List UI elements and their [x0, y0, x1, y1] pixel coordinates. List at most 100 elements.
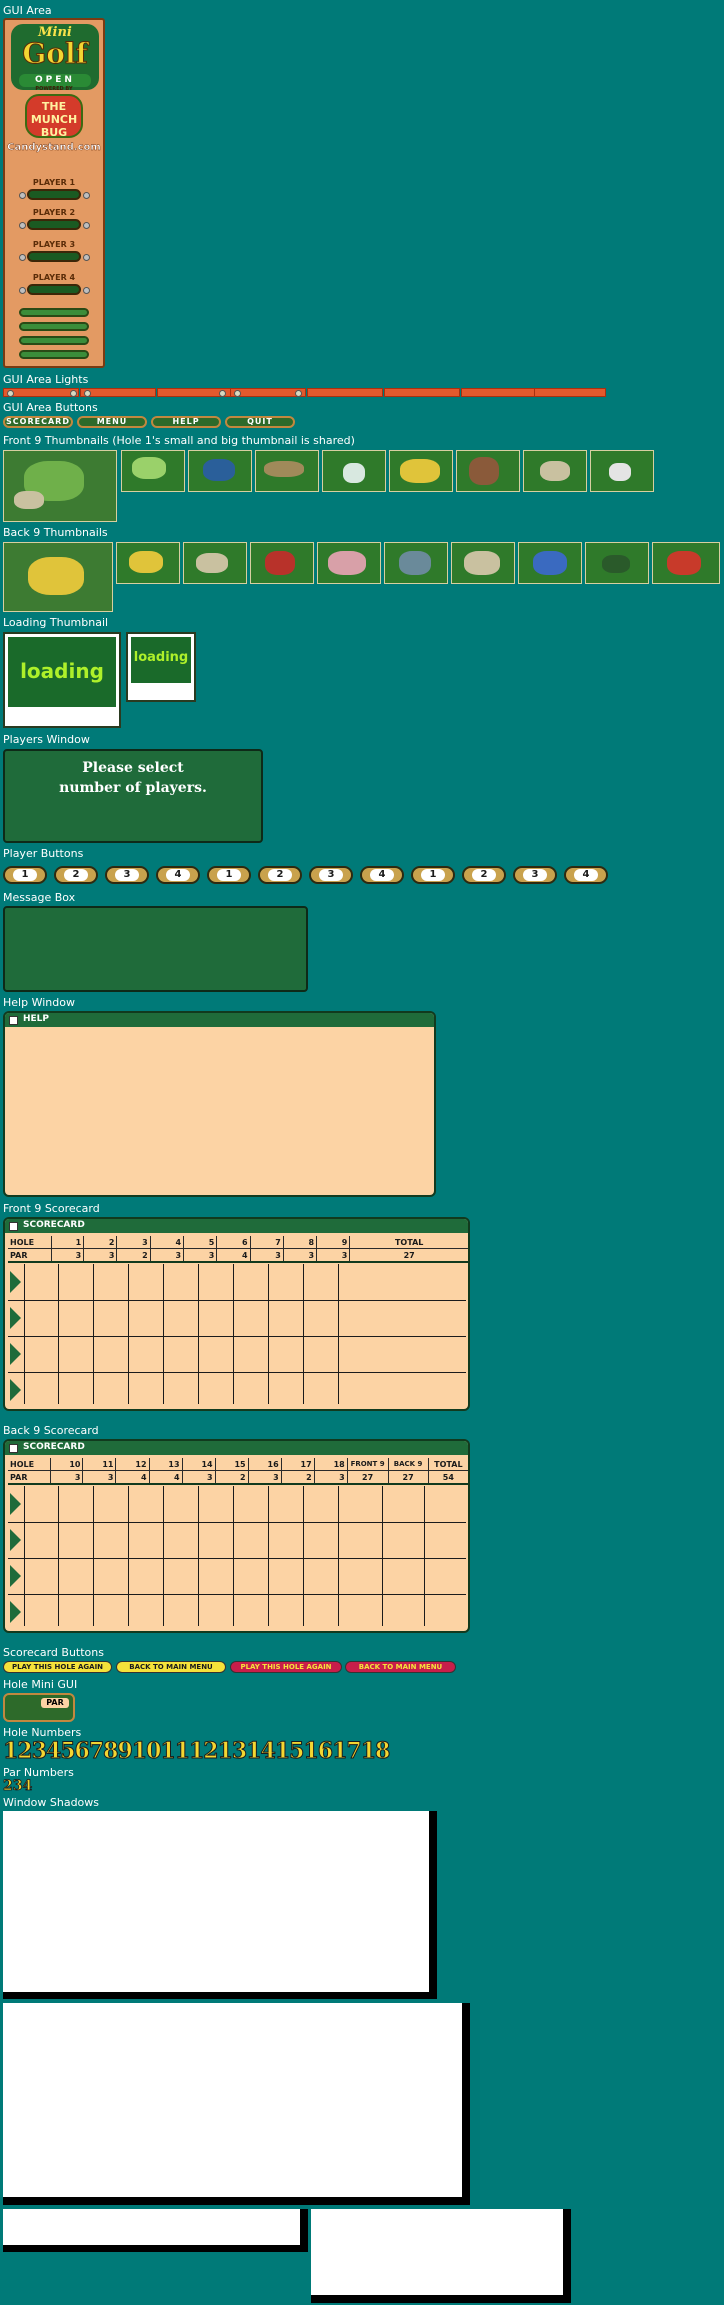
hole-thumbnail[interactable]: [652, 542, 720, 584]
play-arrow-icon: [10, 1271, 21, 1293]
play-arrow-icon: [10, 1601, 21, 1623]
hole-thumbnail[interactable]: [322, 450, 386, 492]
player-score-row[interactable]: [8, 1264, 466, 1301]
hole-thumbnail[interactable]: [116, 542, 180, 584]
player-count-button[interactable]: 3: [513, 866, 557, 884]
hole-thumbnail[interactable]: [188, 450, 252, 492]
help-button[interactable]: HELP: [151, 416, 221, 428]
par-cell: 3: [283, 1248, 318, 1263]
close-checkbox-icon[interactable]: [9, 1016, 18, 1025]
player-count-label: 3: [523, 869, 547, 881]
player-count-button[interactable]: 2: [54, 866, 98, 884]
quit-button[interactable]: QUIT: [225, 416, 295, 428]
hole-thumbnail[interactable]: [183, 542, 247, 584]
play-arrow-icon: [10, 1379, 21, 1401]
site-link[interactable]: Candystand.com: [7, 142, 101, 153]
header-cell: HOLE: [8, 1236, 52, 1249]
header-cell: 9: [316, 1236, 351, 1249]
player-count-button[interactable]: 3: [309, 866, 353, 884]
header-cell: 15: [215, 1458, 249, 1471]
player-score-row[interactable]: [8, 1300, 466, 1337]
player-count-button[interactable]: 1: [411, 866, 455, 884]
header-cell: HOLE: [8, 1458, 52, 1471]
hole-thumbnail[interactable]: [255, 450, 319, 492]
header-cell: FRONT 9: [347, 1458, 389, 1471]
header-cell: BACK 9: [388, 1458, 429, 1471]
play-arrow-icon: [10, 1493, 21, 1515]
header-cell: 1: [51, 1236, 85, 1249]
gui-light: [307, 388, 383, 397]
par-cell: 3: [150, 1248, 185, 1263]
player-slot-4: PLAYER 4: [15, 273, 93, 299]
hole-thumbnail-large[interactable]: [3, 542, 113, 612]
player-score-row[interactable]: [8, 1522, 466, 1559]
hole-thumbnail[interactable]: [389, 450, 453, 492]
hole-thumbnail[interactable]: [456, 450, 520, 492]
par-cell: 3: [51, 1248, 85, 1263]
hole-thumbnail[interactable]: [121, 450, 185, 492]
close-checkbox-icon[interactable]: [9, 1222, 18, 1231]
player-count-button[interactable]: 4: [360, 866, 404, 884]
hole-thumbnail[interactable]: [384, 542, 448, 584]
par-cell: 3: [50, 1470, 84, 1485]
window-header: SCORECARD: [5, 1219, 468, 1233]
par-cell: 27: [388, 1470, 429, 1485]
hole-thumbnail[interactable]: [523, 450, 587, 492]
window-shadow-help: [3, 1811, 437, 1999]
scorecard-button[interactable]: SCORECARD: [3, 416, 73, 428]
play-arrow-icon: [10, 1307, 21, 1329]
player-score-row[interactable]: [8, 1372, 466, 1408]
hole-thumbnail[interactable]: [250, 542, 314, 584]
player-count-button[interactable]: 4: [564, 866, 608, 884]
section-label: Hole Mini GUI: [3, 1678, 78, 1691]
section-label: Scorecard Buttons: [3, 1646, 104, 1659]
player-score-row[interactable]: [8, 1558, 466, 1595]
par-cell: 54: [428, 1470, 468, 1485]
par-cell: 3: [182, 1470, 216, 1485]
header-cell: 14: [182, 1458, 216, 1471]
par-cell: 4: [149, 1470, 183, 1485]
par-cell: 3: [248, 1470, 282, 1485]
player-count-label: 2: [64, 869, 88, 881]
player-count-label: 4: [370, 869, 394, 881]
par-cell: 3: [316, 1248, 351, 1263]
hole-thumbnail-large[interactable]: [3, 450, 117, 522]
player-score-bar: [27, 189, 81, 200]
section-label: Help Window: [3, 996, 75, 1009]
hole-thumbnail[interactable]: [317, 542, 381, 584]
play-hole-again-button[interactable]: PLAY THIS HOLE AGAIN: [3, 1661, 112, 1673]
par-cell: 3: [83, 1248, 118, 1263]
play-hole-again-button-hover[interactable]: PLAY THIS HOLE AGAIN: [230, 1661, 342, 1673]
gui-light: [534, 388, 606, 397]
hole-thumbnail[interactable]: [451, 542, 515, 584]
hole-thumbnail[interactable]: [585, 542, 649, 584]
close-checkbox-icon[interactable]: [9, 1444, 18, 1453]
header-cell: 2: [83, 1236, 118, 1249]
gui-light: [157, 388, 233, 397]
player-count-button[interactable]: 2: [462, 866, 506, 884]
player-slot-label: PLAYER 1: [32, 178, 76, 187]
player-score-row[interactable]: [8, 1594, 466, 1630]
header-cell: 8: [283, 1236, 318, 1249]
player-slot-label: PLAYER 3: [32, 240, 76, 249]
hole-thumbnail[interactable]: [518, 542, 582, 584]
header-cell: 5: [183, 1236, 218, 1249]
hole-thumbnail[interactable]: [590, 450, 654, 492]
section-label: Loading Thumbnail: [3, 616, 109, 629]
player-count-button[interactable]: 4: [156, 866, 200, 884]
player-count-button[interactable]: 1: [3, 866, 47, 884]
score-grid: [8, 1264, 466, 1406]
back-to-menu-button[interactable]: BACK TO MAIN MENU: [116, 1661, 226, 1673]
menu-button[interactable]: MENU: [77, 416, 147, 428]
player-count-button[interactable]: 3: [105, 866, 149, 884]
player-count-button[interactable]: 1: [207, 866, 251, 884]
header-cell: 4: [150, 1236, 185, 1249]
hole-mini-gui: PAR: [3, 1693, 75, 1722]
back-to-menu-button-hover[interactable]: BACK TO MAIN MENU: [345, 1661, 456, 1673]
loading-thumbnail-small: loading: [126, 632, 196, 702]
player-score-row[interactable]: [8, 1486, 466, 1523]
scorecard-table: HOLE 1 2 3 4 5 6 7 8 9 TOTAL PAR 3 3 2 3…: [8, 1236, 468, 1263]
player-count-button[interactable]: 2: [258, 866, 302, 884]
player-score-row[interactable]: [8, 1336, 466, 1373]
section-label: GUI Area Lights: [3, 373, 89, 386]
